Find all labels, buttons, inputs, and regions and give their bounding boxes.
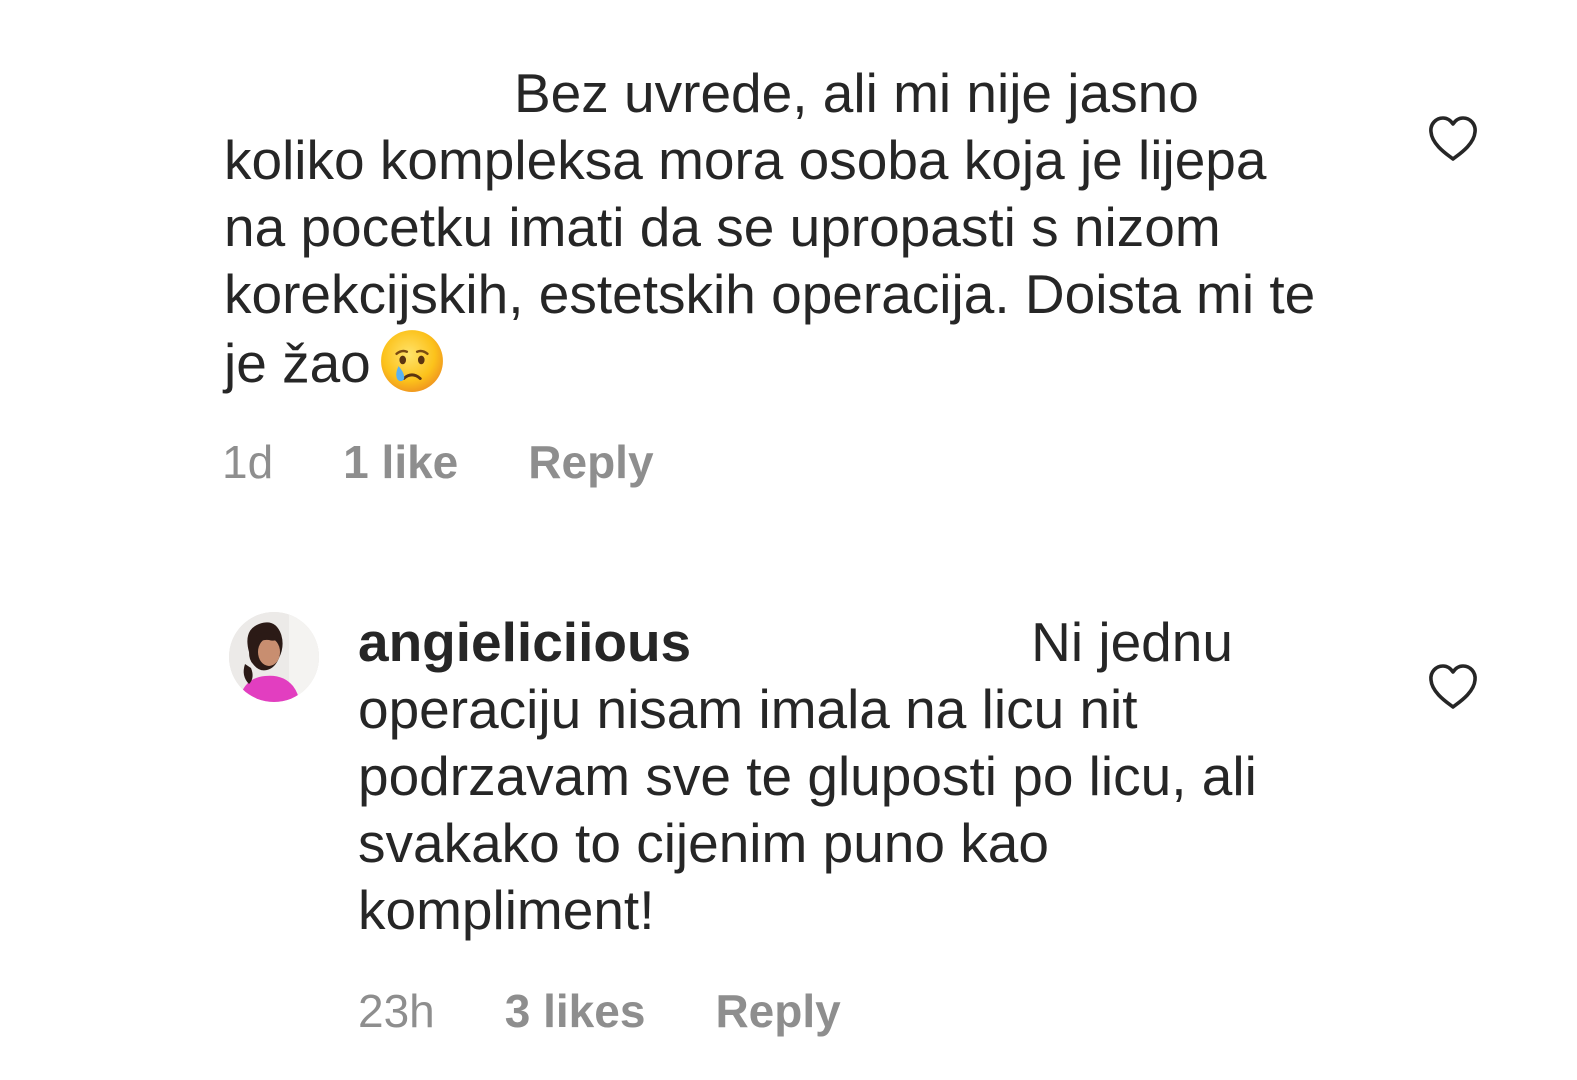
- comment-text-first-line: Bez uvrede, ali mi nije jasno: [514, 62, 1199, 124]
- comment-text: Bez uvrede, ali mi nije jasno koliko kom…: [224, 60, 1334, 397]
- crying-face-emoji-icon: [379, 328, 445, 394]
- comment-meta: 1d 1 like Reply: [222, 435, 654, 489]
- comment-text-body: operaciju nisam imala na licu nit podrza…: [358, 678, 1273, 941]
- comment-username[interactable]: angieliciious: [358, 611, 691, 673]
- comment-timestamp: 23h: [358, 985, 435, 1037]
- comment-item: Bez uvrede, ali mi nije jasno koliko kom…: [0, 0, 1577, 520]
- reply-button[interactable]: Reply: [715, 984, 840, 1038]
- reply-button[interactable]: Reply: [528, 435, 653, 489]
- comment-text-first-line: Ni jednu: [1031, 611, 1233, 673]
- like-heart-icon[interactable]: [1426, 114, 1480, 164]
- comment-likes-count[interactable]: 3 likes: [505, 984, 646, 1038]
- comment-meta: 23h 3 likes Reply: [358, 984, 841, 1038]
- comment-likes-count[interactable]: 1 like: [343, 435, 458, 489]
- comment-text: angieliciious Ni jednu operaciju nisam im…: [358, 609, 1318, 944]
- comment-timestamp: 1d: [222, 436, 274, 488]
- like-heart-icon[interactable]: [1426, 662, 1480, 712]
- comment-item: angieliciious Ni jednu operaciju nisam im…: [0, 560, 1577, 1080]
- avatar[interactable]: [229, 612, 319, 702]
